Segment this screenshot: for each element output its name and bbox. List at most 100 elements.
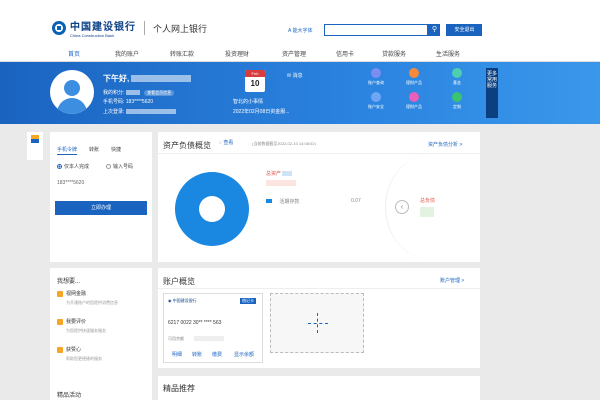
exit-button[interactable]: 安全退出 xyxy=(446,24,483,36)
nav-my-account[interactable]: 我的账户 xyxy=(115,49,139,58)
nav-credit-card[interactable]: 信用卡 xyxy=(336,49,354,58)
total-assets-label: 总资产 xyxy=(266,170,293,177)
account-icon xyxy=(371,68,381,78)
calendar-card[interactable]: Feb 10 xyxy=(245,70,265,92)
account-manage-link[interactable]: 账户管理 > xyxy=(440,277,464,284)
comment-icon xyxy=(57,318,63,325)
logo-divider xyxy=(144,21,145,35)
balance-label: 可用余额 xyxy=(168,336,184,341)
message-link[interactable]: ✉ 消息 xyxy=(287,72,303,79)
greeting: 下午好, xyxy=(103,73,192,84)
search-input[interactable] xyxy=(324,24,429,36)
arrow-left-icon[interactable]: ‹ xyxy=(395,200,409,214)
card-tag: 借记卡 xyxy=(240,298,256,304)
asset-analysis-link[interactable]: 资产负债分析 > xyxy=(428,141,462,148)
fund-icon xyxy=(452,68,462,78)
bank-logo[interactable]: 中国建设银行 China Construction Bank 个人网上银行 xyxy=(52,18,207,38)
asset-detail-link[interactable]: ◌ 查看 xyxy=(219,139,233,146)
radio-input-number[interactable]: 输入号码 xyxy=(106,163,133,170)
card-number: 6217 0022 30** **** 563 xyxy=(168,320,222,326)
show-balance-button[interactable]: 显示余额 xyxy=(234,351,254,358)
widget-icon xyxy=(31,135,39,143)
floating-widget[interactable] xyxy=(27,132,43,160)
last-login-line: 上次登录: xyxy=(103,108,176,115)
masked-liab xyxy=(420,207,434,217)
calendar-day: 10 xyxy=(250,79,260,88)
more-services-tab[interactable]: 更多常用服务 xyxy=(486,68,498,118)
calendar-month: Feb xyxy=(245,70,265,77)
radio-self[interactable]: 仅本人完成 xyxy=(57,163,89,170)
shield-icon xyxy=(371,92,381,102)
recommend-title: 精品推荐 xyxy=(163,384,195,393)
search-icon[interactable]: ⚲ xyxy=(428,24,441,36)
nav-home[interactable]: 首页 xyxy=(68,49,80,58)
add-card-button[interactable] xyxy=(270,293,364,353)
portal-name: 个人网上银行 xyxy=(153,23,208,34)
quick-wealth-products[interactable]: 理财产品 xyxy=(400,92,428,110)
total-liab-label: 总负债 xyxy=(420,198,436,204)
auth-tabs: 手机令牌 转账 快捷 xyxy=(57,146,133,153)
logo-cn: 中国建设银行 xyxy=(70,22,136,33)
user-avatar-icon xyxy=(64,80,80,96)
heart-icon xyxy=(57,346,63,353)
quick-custom[interactable]: 定制 xyxy=(443,92,471,110)
calendar-tip: 智北的小事情 xyxy=(233,99,264,105)
features-title: 我想要... xyxy=(57,279,81,285)
asset-donut-chart xyxy=(175,172,249,246)
features-panel xyxy=(50,268,152,400)
logo-en: China Construction Bank xyxy=(70,33,115,38)
quick-fund[interactable]: 基金 xyxy=(443,68,471,86)
refresh-icon: ◌ xyxy=(219,140,222,146)
card-bank: ◉ 中国建设银行 xyxy=(168,298,197,303)
member-info-link[interactable]: 查看会员信息 xyxy=(144,90,175,96)
user-banner: 下午好, 我的积分: 查看会员信息 手机号码: 183****5620 上次登录… xyxy=(0,62,600,124)
quick-security[interactable]: 账户安全 xyxy=(362,92,390,110)
phone-value: 183****5620 xyxy=(57,180,85,186)
account-card[interactable]: ◉ 中国建设银行 借记卡 6217 0022 30** **** 563 可用余… xyxy=(163,293,263,363)
deposit-value: 0.07 xyxy=(351,198,361,204)
detail-button[interactable]: 明细 xyxy=(172,351,182,358)
feature-desc: 帮助您更便捷的服务 xyxy=(66,356,102,361)
tab-phone-token[interactable]: 手机令牌 xyxy=(57,146,77,153)
masked-name xyxy=(131,75,192,83)
asset-asof: (当前数据截至2022-02-10 14:08:02) xyxy=(252,141,316,146)
ccb-logo-icon xyxy=(52,21,66,35)
transfer-button[interactable]: 转账 xyxy=(192,351,202,358)
header: 中国建设银行 China Construction Bank 个人网上银行 A … xyxy=(0,0,600,46)
account-overview-title: 账户概览 xyxy=(163,277,195,286)
phone-line: 手机号码: 183****5620 xyxy=(103,99,154,105)
feature-item[interactable]: 视网金融 xyxy=(57,290,86,297)
avatar[interactable] xyxy=(50,70,94,114)
pay-button[interactable]: 缴费 xyxy=(212,351,222,358)
legend-deposit: 活期存款 xyxy=(266,198,299,205)
nav-investment[interactable]: 投资理财 xyxy=(225,49,249,58)
calendar-tip-date: 2022年02月08日资金服... xyxy=(233,109,290,115)
quick-account-query[interactable]: 账户查询 xyxy=(362,68,390,86)
tab-transfer[interactable]: 转账 xyxy=(89,146,99,153)
ccb-logo-icon: ◉ xyxy=(168,298,172,303)
masked-total-assets xyxy=(266,180,296,186)
custom-icon xyxy=(452,92,462,102)
tab-underline xyxy=(57,154,77,155)
nav-transfer[interactable]: 转账汇款 xyxy=(170,49,194,58)
plus-icon xyxy=(308,323,328,324)
quick-wealth[interactable]: 理财产品 xyxy=(400,68,428,86)
points-line: 我的积分: 查看会员信息 xyxy=(103,89,175,96)
nav-loans[interactable]: 贷款服务 xyxy=(382,49,406,58)
main-nav: 首页 我的账户 转账汇款 投资理财 资产管理 信用卡 贷款服务 生活服务 xyxy=(0,46,600,62)
recommend-panel xyxy=(158,376,480,400)
feature-item[interactable]: 我要评价 xyxy=(57,318,86,325)
wealth-icon xyxy=(409,68,419,78)
mail-icon: ✉ xyxy=(287,73,292,79)
tab-quick[interactable]: 快捷 xyxy=(111,146,121,153)
nav-life[interactable]: 生活服务 xyxy=(436,49,460,58)
feature-item[interactable]: 获赞心 xyxy=(57,346,81,353)
features-more: 精品活动 xyxy=(57,393,82,399)
feature-desc: 为您提供快速服务服务 xyxy=(66,328,106,333)
nav-assets[interactable]: 资产管理 xyxy=(282,49,306,58)
product-icon xyxy=(409,92,419,102)
star-icon xyxy=(57,290,63,297)
login-button[interactable]: 立即办理 xyxy=(55,201,147,215)
elder-mode-link[interactable]: A 能大字体 xyxy=(288,27,312,34)
asset-overview-title: 资产负债概览 xyxy=(163,141,211,150)
